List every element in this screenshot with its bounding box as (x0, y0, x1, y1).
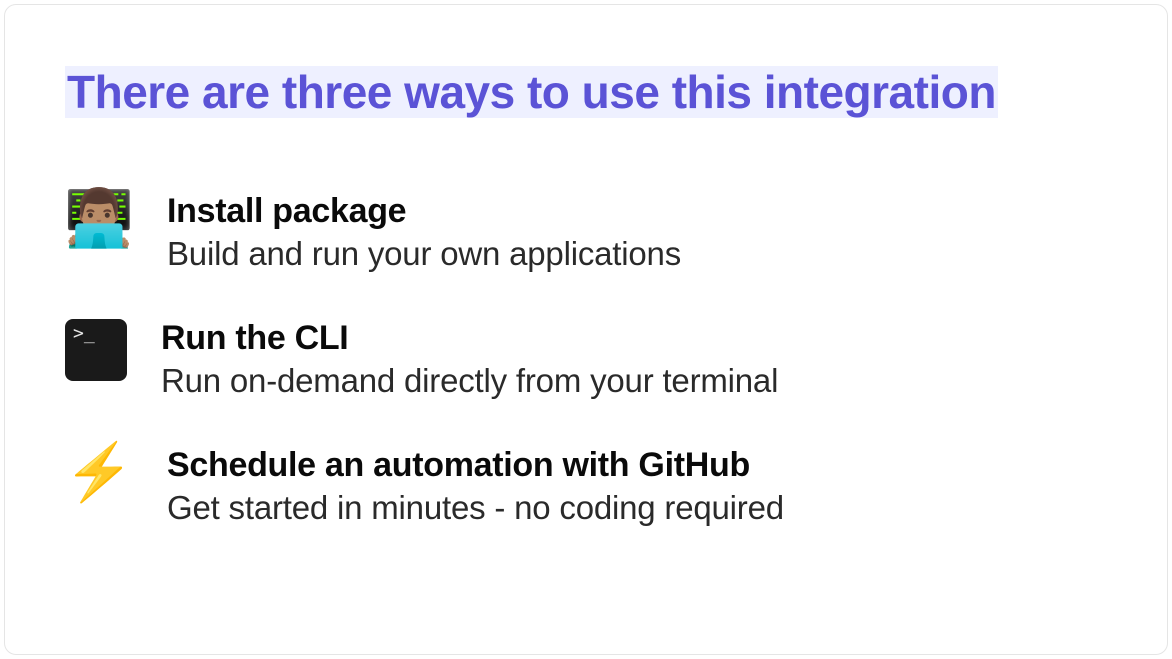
item-description: Get started in minutes - no coding requi… (167, 489, 1107, 527)
item-content: Run the CLI Run on-demand directly from … (161, 317, 1107, 400)
item-description: Build and run your own applications (167, 235, 1107, 273)
item-description: Run on-demand directly from your termina… (161, 362, 1107, 400)
card-heading: There are three ways to use this integra… (65, 66, 998, 118)
item-title: Install package (167, 192, 1107, 231)
item-run-cli: >_ Run the CLI Run on-demand directly fr… (65, 317, 1107, 400)
item-title: Schedule an automation with GitHub (167, 446, 1107, 485)
technologist-emoji-icon: 👨🏽‍💻 (65, 190, 133, 258)
lightning-icon: ⚡ (65, 444, 133, 512)
item-title: Run the CLI (161, 319, 1107, 358)
item-content: Install package Build and run your own a… (167, 190, 1107, 273)
item-content: Schedule an automation with GitHub Get s… (167, 444, 1107, 527)
terminal-icon: >_ (65, 319, 127, 381)
info-card: There are three ways to use this integra… (4, 4, 1168, 655)
item-schedule-automation: ⚡ Schedule an automation with GitHub Get… (65, 444, 1107, 527)
items-list: 👨🏽‍💻 Install package Build and run your … (65, 190, 1107, 527)
item-install-package: 👨🏽‍💻 Install package Build and run your … (65, 190, 1107, 273)
